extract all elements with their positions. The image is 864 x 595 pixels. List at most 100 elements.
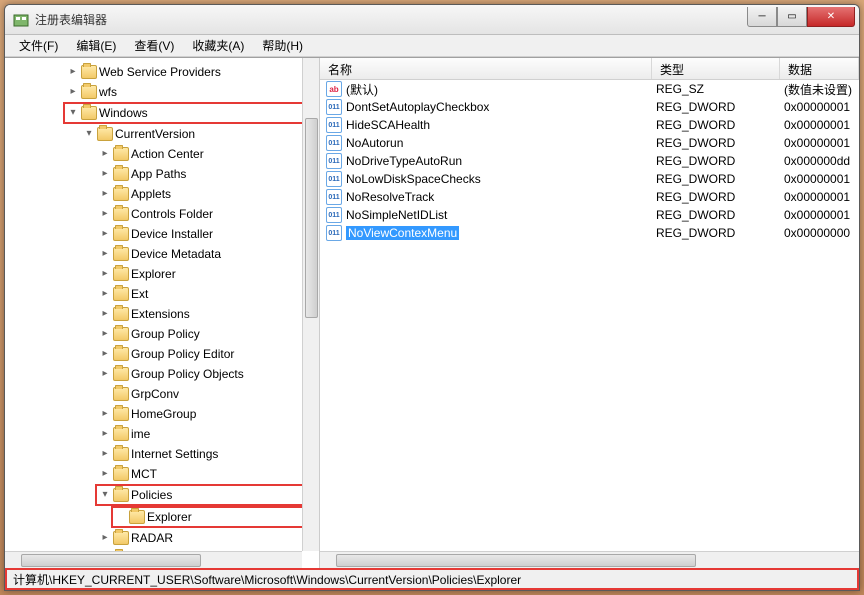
tree-item[interactable]: GrpConv (97, 384, 319, 404)
value-name: NoAutorun (346, 136, 656, 150)
menu-favorites[interactable]: 收藏夹(A) (184, 35, 252, 56)
menu-help[interactable]: 帮助(H) (254, 35, 311, 56)
folder-icon (113, 531, 129, 545)
tree-item-label: GrpConv (131, 385, 179, 403)
expand-icon[interactable]: ▸ (99, 248, 111, 260)
folder-icon (81, 65, 97, 79)
menu-file[interactable]: 文件(F) (11, 35, 66, 56)
menu-edit[interactable]: 编辑(E) (68, 35, 124, 56)
tree-item[interactable]: ▸ Device Installer (97, 224, 319, 244)
registry-value-row[interactable]: 011 NoAutorun REG_DWORD 0x00000001 (320, 134, 859, 152)
tree-item-label: Policies (131, 486, 172, 504)
scrollbar-thumb[interactable] (21, 554, 201, 567)
registry-value-row[interactable]: 011 NoResolveTrack REG_DWORD 0x00000001 (320, 188, 859, 206)
tree-item[interactable]: ▸ MCT (97, 464, 319, 484)
minimize-button[interactable]: ─ (747, 7, 777, 27)
tree-item[interactable]: ▾ CurrentVersion (81, 124, 319, 144)
tree-item-label: ime (131, 425, 150, 443)
value-data: (数值未设置) (784, 81, 859, 98)
expand-icon[interactable]: ▸ (99, 428, 111, 440)
expand-icon[interactable]: ▸ (99, 328, 111, 340)
scrollbar-thumb[interactable] (305, 118, 318, 318)
folder-icon (81, 106, 97, 120)
tree-item[interactable]: ▸ Device Metadata (97, 244, 319, 264)
status-path: 计算机\HKEY_CURRENT_USER\Software\Microsoft… (13, 571, 521, 588)
registry-value-row[interactable]: 011 NoLowDiskSpaceChecks REG_DWORD 0x000… (320, 170, 859, 188)
value-type: REG_DWORD (656, 226, 784, 240)
tree-item[interactable]: ▸ HomeGroup (97, 404, 319, 424)
expand-icon[interactable]: ▸ (99, 188, 111, 200)
value-name: NoResolveTrack (346, 190, 656, 204)
expand-icon[interactable]: ▾ (99, 489, 111, 501)
tree-item[interactable]: ▸ Group Policy Objects (97, 364, 319, 384)
tree-item[interactable]: ▸ Internet Settings (97, 444, 319, 464)
expand-icon[interactable]: ▸ (99, 408, 111, 420)
list-horizontal-scrollbar[interactable] (320, 551, 859, 568)
tree-item[interactable]: Explorer (111, 506, 319, 528)
menu-view[interactable]: 查看(V) (126, 35, 182, 56)
tree-item[interactable]: ▸ Action Center (97, 144, 319, 164)
content-area: ▸ Web Service Providers ▸ wfs ▾ Windows … (5, 57, 859, 568)
value-type-icon: 011 (326, 117, 342, 133)
expand-icon[interactable]: ▾ (67, 107, 79, 119)
expand-icon[interactable]: ▸ (99, 348, 111, 360)
folder-icon (113, 387, 129, 401)
expand-icon[interactable]: ▸ (99, 368, 111, 380)
menu-bar: 文件(F) 编辑(E) 查看(V) 收藏夹(A) 帮助(H) (5, 35, 859, 57)
registry-value-row[interactable]: 011 NoSimpleNetIDList REG_DWORD 0x000000… (320, 206, 859, 224)
list-body[interactable]: ab (默认) REG_SZ (数值未设置) 011 DontSetAutopl… (320, 80, 859, 551)
close-button[interactable]: ✕ (807, 7, 855, 27)
value-type: REG_DWORD (656, 100, 784, 114)
tree-item[interactable]: ▸ Ext (97, 284, 319, 304)
registry-value-row[interactable]: 011 NoViewContexMenu REG_DWORD 0x0000000… (320, 224, 859, 242)
title-bar[interactable]: 注册表编辑器 ─ ▭ ✕ (5, 5, 859, 35)
tree-item[interactable]: ▸ Explorer (97, 264, 319, 284)
expand-icon[interactable]: ▸ (99, 168, 111, 180)
list-header: 名称 类型 数据 (320, 58, 859, 80)
expand-icon[interactable]: ▸ (99, 532, 111, 544)
folder-icon (113, 187, 129, 201)
tree-item[interactable]: ▸ Web Service Providers (65, 62, 319, 82)
registry-value-row[interactable]: 011 NoDriveTypeAutoRun REG_DWORD 0x00000… (320, 152, 859, 170)
expand-icon[interactable]: ▸ (67, 86, 79, 98)
expand-icon[interactable] (115, 511, 127, 523)
expand-icon[interactable]: ▸ (99, 148, 111, 160)
tree-item[interactable]: ▸ Controls Folder (97, 204, 319, 224)
expand-icon[interactable]: ▾ (83, 128, 95, 140)
tree-pane[interactable]: ▸ Web Service Providers ▸ wfs ▾ Windows … (5, 58, 320, 568)
value-data: 0x00000001 (784, 100, 859, 114)
folder-icon (113, 167, 129, 181)
tree-item[interactable]: ▸ Extensions (97, 304, 319, 324)
expand-icon[interactable]: ▸ (99, 288, 111, 300)
expand-icon[interactable]: ▸ (99, 468, 111, 480)
tree-item[interactable]: ▸ ime (97, 424, 319, 444)
expand-icon[interactable]: ▸ (99, 228, 111, 240)
value-name: NoViewContexMenu (346, 226, 656, 240)
tree-item[interactable]: ▸ Group Policy (97, 324, 319, 344)
expand-icon[interactable] (99, 388, 111, 400)
expand-icon[interactable]: ▸ (99, 208, 111, 220)
registry-value-row[interactable]: 011 HideSCAHealth REG_DWORD 0x00000001 (320, 116, 859, 134)
expand-icon[interactable]: ▸ (99, 268, 111, 280)
column-header-type[interactable]: 类型 (652, 58, 780, 79)
expand-icon[interactable]: ▸ (99, 308, 111, 320)
expand-icon[interactable]: ▸ (67, 66, 79, 78)
registry-value-row[interactable]: 011 DontSetAutoplayCheckbox REG_DWORD 0x… (320, 98, 859, 116)
tree-item[interactable]: ▾ Windows (63, 102, 319, 124)
tree-item[interactable]: ▸ RADAR (97, 528, 319, 548)
column-header-name[interactable]: 名称 (320, 58, 652, 79)
scrollbar-thumb[interactable] (336, 554, 696, 567)
registry-value-row[interactable]: ab (默认) REG_SZ (数值未设置) (320, 80, 859, 98)
expand-icon[interactable]: ▸ (99, 448, 111, 460)
column-header-data[interactable]: 数据 (780, 58, 859, 79)
tree-item-label: Group Policy Objects (131, 365, 244, 383)
tree-horizontal-scrollbar[interactable] (5, 551, 302, 568)
tree-item[interactable]: ▸ Group Policy Editor (97, 344, 319, 364)
tree-item[interactable]: ▾ Policies (95, 484, 319, 506)
tree-item[interactable]: ▸ wfs (65, 82, 319, 102)
tree-vertical-scrollbar[interactable] (302, 58, 319, 551)
value-type-icon: 011 (326, 135, 342, 151)
tree-item[interactable]: ▸ App Paths (97, 164, 319, 184)
maximize-button[interactable]: ▭ (777, 7, 807, 27)
tree-item[interactable]: ▸ Applets (97, 184, 319, 204)
